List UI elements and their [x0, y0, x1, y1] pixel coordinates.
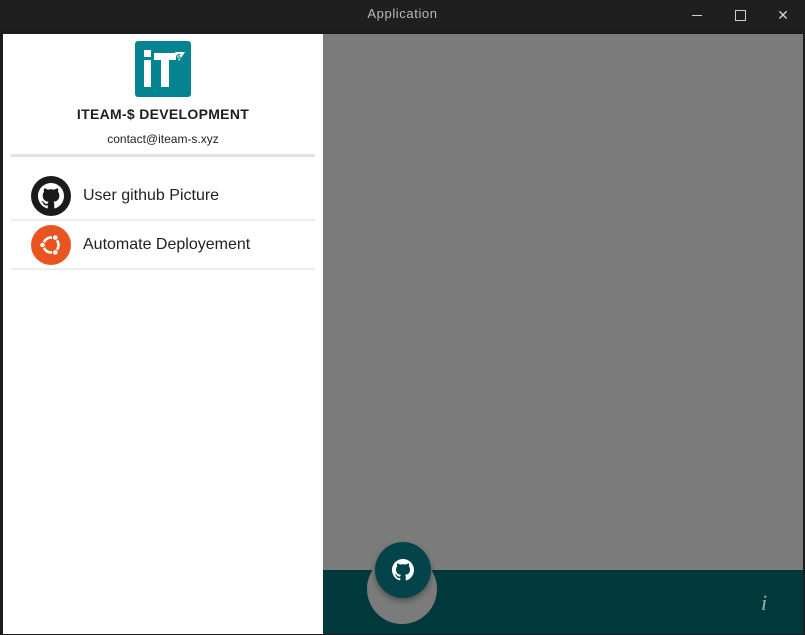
drawer-menu: User github Picture Automate Deployement [11, 172, 315, 270]
github-icon [31, 175, 71, 216]
svg-text:$: $ [177, 54, 181, 61]
minimize-icon [692, 14, 702, 16]
menu-item-label: Automate Deployement [83, 235, 251, 253]
menu-item-automate-deployement[interactable]: Automate Deployement [11, 221, 315, 270]
drawer-header: $ ITEAM-$ DEVELOPMENT contact@iteam-s.xy… [3, 34, 323, 157]
menu-item-github-picture[interactable]: User github Picture [11, 172, 315, 221]
contact-email: contact@iteam-s.xyz [107, 132, 219, 146]
ubuntu-icon [31, 224, 71, 265]
maximize-icon [734, 9, 746, 21]
info-icon[interactable]: i [761, 590, 767, 616]
brand-name: ITEAM-$ DEVELOPMENT [76, 106, 250, 122]
github-icon [392, 559, 414, 581]
close-icon: ✕ [777, 6, 789, 23]
minimize-button[interactable] [675, 0, 719, 30]
menu-item-label: User github Picture [83, 186, 220, 204]
close-button[interactable]: ✕ [761, 0, 805, 30]
maximize-button[interactable] [718, 0, 762, 30]
header-divider [11, 154, 315, 157]
app-content: i $ ITEAM-$ DEVELOPMENT contact@iteam-s.… [3, 34, 803, 634]
window-titlebar: Application ✕ [0, 0, 805, 30]
github-fab-button[interactable] [375, 542, 431, 598]
iteam-s-logo-icon: $ [135, 41, 191, 97]
navigation-drawer: $ ITEAM-$ DEVELOPMENT contact@iteam-s.xy… [3, 34, 323, 634]
